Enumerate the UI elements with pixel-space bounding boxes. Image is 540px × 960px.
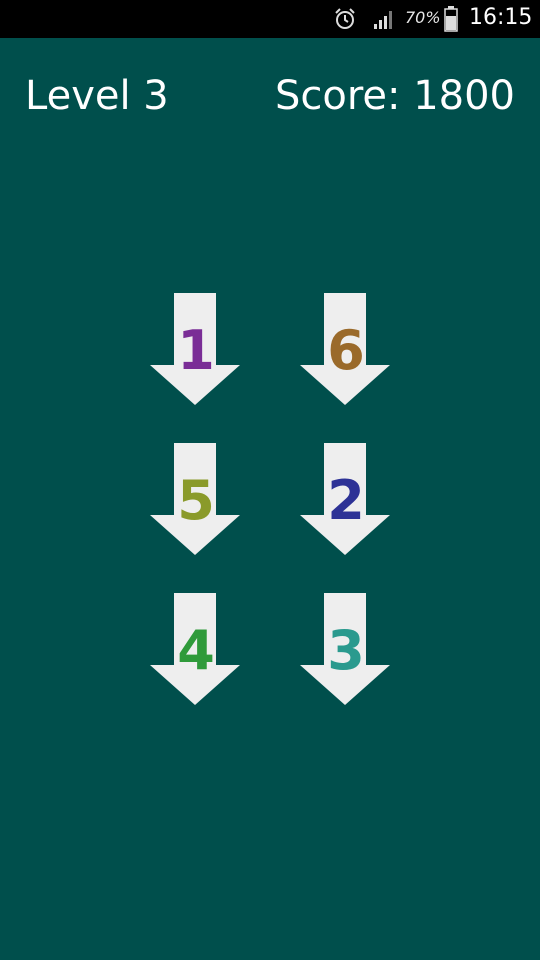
- alarm-icon: [335, 8, 355, 29]
- level-label: Level 3: [25, 73, 169, 119]
- tile-number: 2: [327, 469, 365, 532]
- status-bar: 70% 16:15: [0, 0, 540, 38]
- arrow-tile-5[interactable]: 5: [150, 443, 242, 557]
- tile-number: 4: [177, 619, 215, 682]
- tile-number: 3: [327, 619, 365, 682]
- tile-number: 5: [177, 469, 215, 532]
- battery-icon: [444, 6, 458, 32]
- battery-percent: 70%: [405, 8, 441, 27]
- arrow-tile-3[interactable]: 3: [300, 593, 392, 707]
- clock-time: 16:15: [469, 5, 533, 30]
- arrow-tile-4[interactable]: 4: [150, 593, 242, 707]
- tile-number: 6: [327, 319, 365, 382]
- arrow-tile-6[interactable]: 6: [300, 293, 392, 407]
- arrow-tile-1[interactable]: 1: [150, 293, 242, 407]
- arrow-tile-2[interactable]: 2: [300, 443, 392, 557]
- score-label: Score: 1800: [274, 73, 515, 119]
- tile-number: 1: [177, 319, 215, 382]
- signal-icon: [374, 11, 392, 29]
